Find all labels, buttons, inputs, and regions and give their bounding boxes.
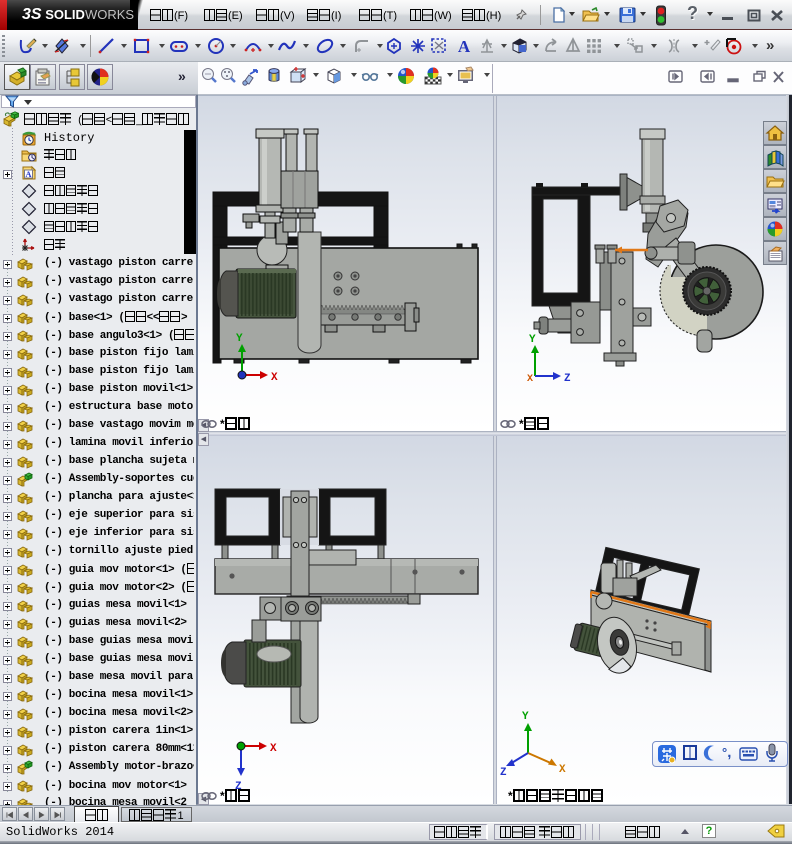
svg-text:X: X — [559, 764, 566, 776]
svg-text:X: X — [271, 372, 278, 384]
svg-text:X: X — [527, 374, 533, 385]
svg-text:Y: Y — [522, 711, 529, 723]
svg-text:Z: Z — [235, 781, 242, 793]
svg-text:A: A — [458, 37, 471, 56]
svg-text:Y: Y — [529, 334, 536, 346]
svg-text:Y: Y — [236, 333, 243, 345]
svg-text:X: X — [270, 743, 277, 755]
svg-text:Z: Z — [500, 767, 507, 779]
svg-text:Z: Z — [564, 373, 571, 385]
